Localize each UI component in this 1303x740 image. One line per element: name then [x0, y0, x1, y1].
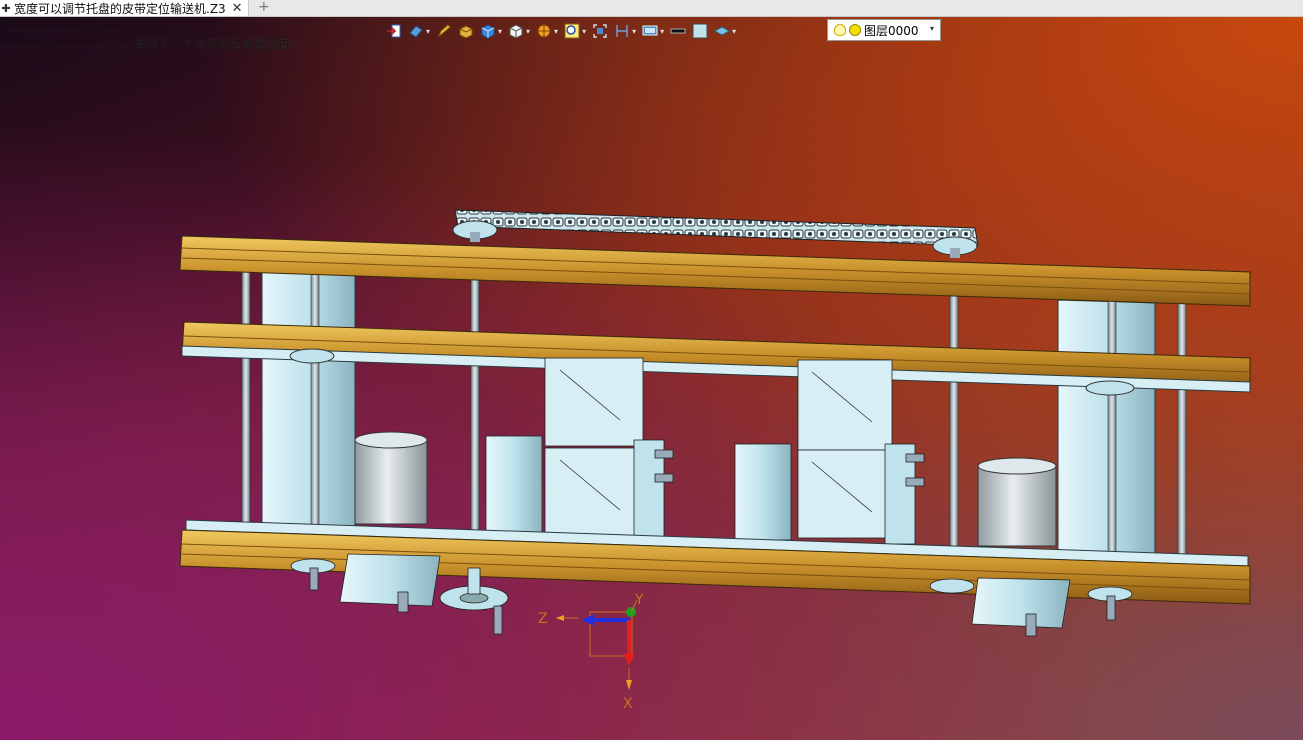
box-shade-icon — [459, 25, 473, 39]
zoom-icon — [564, 23, 580, 39]
status-messages: ………………………… …………………………，直找不一个有效的过滤器设置。 — [2, 20, 302, 52]
pin-icon[interactable]: ✚ — [0, 2, 12, 15]
view-mode-button[interactable]: ▾ — [406, 21, 432, 41]
new-tab-button[interactable]: + — [258, 0, 270, 15]
pencil-icon — [437, 24, 451, 38]
layer-icon — [714, 26, 731, 36]
render-icon — [537, 24, 551, 38]
carriage-right — [734, 359, 925, 545]
carriage-left — [485, 357, 674, 541]
layer-color-icon — [849, 24, 861, 36]
layer-dropdown[interactable]: 图层0000 ▾ — [827, 19, 941, 41]
sketch-button[interactable] — [434, 21, 454, 41]
dimension-button[interactable]: ▾ — [612, 21, 638, 41]
cube-white-icon — [509, 24, 523, 39]
dimension-icon — [616, 25, 628, 37]
line-icon — [670, 28, 686, 34]
lightbulb-icon[interactable] — [834, 24, 846, 36]
cube-blue-icon — [481, 24, 495, 39]
render-button[interactable]: ▾ — [534, 21, 560, 41]
fit-button[interactable] — [590, 21, 610, 41]
layer-value: 图层0000 — [864, 23, 919, 38]
axis-triad — [556, 599, 638, 690]
color-button[interactable] — [690, 21, 710, 41]
axis-z-label: Z — [538, 611, 548, 627]
exit-icon — [387, 24, 401, 38]
fit-icon — [593, 24, 607, 38]
display-button[interactable]: ▾ — [640, 21, 666, 41]
view-icon — [409, 25, 423, 38]
shading-mode-button[interactable]: ▾ — [478, 21, 504, 41]
layer-button[interactable]: ▾ — [712, 21, 738, 41]
message-line-1: ………………………… — [2, 21, 122, 35]
chevron-down-icon[interactable]: ▾ — [930, 24, 934, 33]
document-title: 宽度可以调节托盘的皮带定位输送机.Z3 — [14, 1, 226, 16]
axis-x-label: X — [623, 696, 633, 712]
line-style-button[interactable] — [668, 21, 688, 41]
conveyor-model: Z Y X — [179, 209, 1251, 712]
shaded-button[interactable] — [456, 21, 476, 41]
display-icon — [642, 25, 658, 36]
message-line-2: …………………………，直找不一个有效的过滤器设置。 — [2, 37, 303, 51]
zoom-button[interactable]: ▾ — [562, 21, 588, 41]
color-box-icon — [692, 23, 708, 39]
view-cube-button[interactable]: ▾ — [506, 21, 532, 41]
document-tab[interactable]: ✚ 宽度可以调节托盘的皮带定位输送机.Z3 ✕ — [0, 0, 249, 16]
exit-button[interactable] — [384, 21, 404, 41]
axis-y-label: Y — [634, 592, 644, 608]
view-toolbar: ▾ ▾ ▾ ▾ ▾ ▾ ▾ ▾ — [384, 20, 738, 42]
close-icon[interactable]: ✕ — [232, 1, 243, 16]
tab-bar: ✚ 宽度可以调节托盘的皮带定位输送机.Z3 ✕ + — [0, 0, 1303, 17]
